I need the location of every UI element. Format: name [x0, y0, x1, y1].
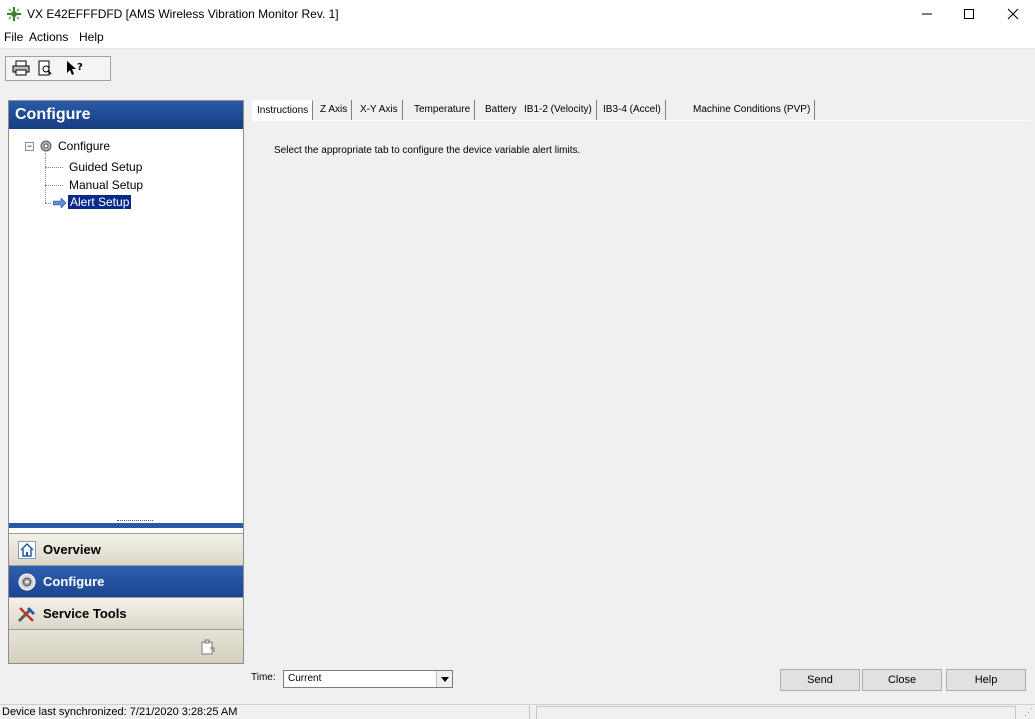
tree-connector	[45, 167, 63, 168]
tab-ib3-4-accel[interactable]: IB3-4 (Accel)	[599, 100, 666, 120]
tree-item-guided-setup[interactable]: Guided Setup	[69, 160, 142, 174]
menu-file[interactable]: File	[4, 30, 23, 44]
home-icon	[17, 540, 37, 560]
help-button[interactable]: Help	[946, 669, 1026, 691]
tools-icon	[17, 604, 37, 624]
main-area: Configure − Configure Guided Setup Manua…	[0, 94, 1035, 704]
printer-icon	[12, 60, 30, 79]
tab-z-axis[interactable]: Z Axis	[316, 100, 353, 120]
tab-content-instructions: Select the appropriate tab to configure …	[252, 120, 1029, 640]
tree-item-configure[interactable]: Configure	[58, 139, 110, 153]
menu-help[interactable]: Help	[79, 30, 104, 44]
time-label: Time:	[251, 672, 276, 683]
nav-configure-button[interactable]: Configure	[9, 565, 243, 597]
tab-ib1-2-velocity[interactable]: IB1-2 (Velocity)	[520, 100, 597, 120]
tab-instructions[interactable]: Instructions	[252, 100, 314, 120]
time-dropdown[interactable]: Current	[283, 670, 453, 688]
svg-text:?: ?	[77, 62, 83, 73]
minimize-button[interactable]	[906, 0, 948, 28]
panel-header: Configure	[9, 101, 243, 129]
instruction-text: Select the appropriate tab to configure …	[274, 145, 581, 156]
toolbar-group: ?	[5, 56, 111, 81]
tab-temperature[interactable]: Temperature	[410, 100, 476, 120]
nav-footer	[9, 629, 243, 663]
print-preview-button[interactable]	[34, 59, 56, 79]
tree-connector	[45, 185, 63, 186]
send-button[interactable]: Send	[780, 669, 860, 691]
tab-machine-conditions[interactable]: Machine Conditions (PVP)	[689, 100, 816, 120]
tree-connector	[45, 153, 46, 203]
nav-service-tools-button[interactable]: Service Tools	[9, 597, 243, 629]
nav-overview-label: Overview	[43, 542, 101, 557]
close-button[interactable]: Close	[862, 669, 942, 691]
left-panel: Configure − Configure Guided Setup Manua…	[8, 100, 244, 664]
nav-service-tools-label: Service Tools	[43, 606, 127, 621]
context-help-button[interactable]: ?	[64, 59, 86, 79]
tree-item-manual-setup[interactable]: Manual Setup	[69, 178, 143, 192]
status-pane-empty	[536, 706, 1016, 719]
arrow-right-icon	[52, 197, 67, 211]
panel-splitter[interactable]	[9, 523, 243, 528]
print-button[interactable]	[10, 59, 32, 79]
tree-view: − Configure Guided Setup Manual Setup Al…	[9, 129, 243, 523]
tree-collapse-toggle[interactable]: −	[25, 142, 34, 151]
maximize-button[interactable]	[948, 0, 990, 28]
chevron-down-icon[interactable]	[436, 671, 452, 687]
configure-gear-icon	[39, 139, 53, 156]
status-sync-text: Device last synchronized: 7/21/2020 3:28…	[0, 706, 530, 719]
gear-icon	[17, 572, 37, 592]
title-bar: VX E42EFFFDFD [AMS Wireless Vibration Mo…	[0, 0, 1035, 28]
menu-actions[interactable]: Actions	[29, 30, 68, 44]
nav-overview-button[interactable]: Overview	[9, 533, 243, 565]
app-icon	[6, 6, 22, 22]
print-preview-icon	[37, 60, 53, 79]
close-window-button[interactable]	[992, 0, 1034, 28]
nav-configure-label: Configure	[43, 574, 105, 589]
tab-strip: Instructions Z Axis X-Y Axis Temperature…	[252, 100, 1032, 120]
menu-bar: File Actions Help	[0, 28, 1035, 48]
status-bar: Device last synchronized: 7/21/2020 3:28…	[0, 704, 1035, 719]
tab-x-y-axis[interactable]: X-Y Axis	[356, 100, 403, 120]
resize-grip-icon[interactable]: ⋰	[1024, 707, 1033, 718]
tree-item-alert-setup[interactable]: Alert Setup	[68, 195, 132, 209]
tab-battery[interactable]: Battery	[481, 100, 522, 120]
time-dropdown-value: Current	[288, 673, 322, 684]
window-title: VX E42EFFFDFD [AMS Wireless Vibration Mo…	[27, 7, 339, 21]
clipboard-icon[interactable]	[199, 639, 215, 658]
toolbar: ?	[0, 48, 1035, 94]
tree-connector	[45, 203, 51, 204]
help-pointer-icon: ?	[65, 60, 85, 79]
